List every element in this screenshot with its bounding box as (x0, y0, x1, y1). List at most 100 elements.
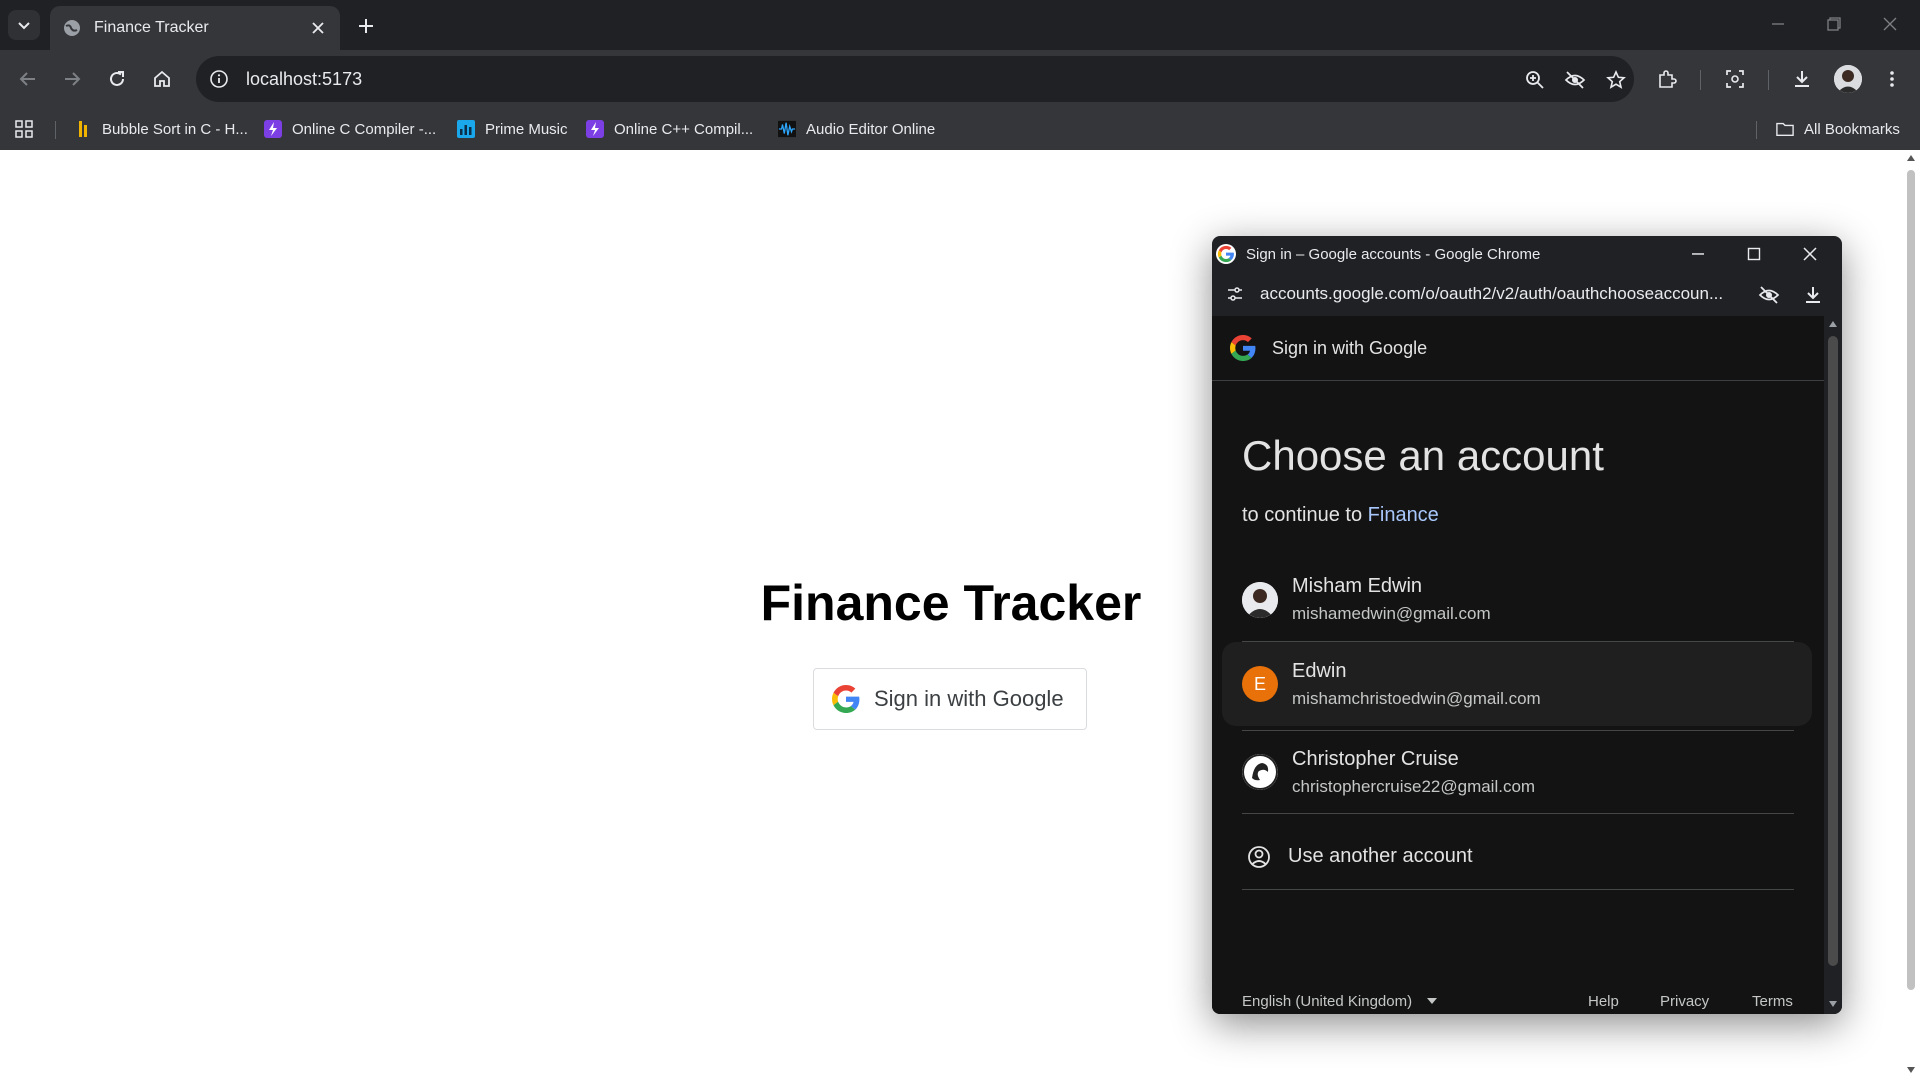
window-close-button[interactable] (1868, 8, 1912, 40)
site-settings-button[interactable] (1222, 281, 1248, 307)
account-avatar-initial: E (1242, 666, 1278, 702)
bookmark-favicon-icon (74, 120, 92, 138)
popup-footer: English (United Kingdom) Help Privacy Te… (1242, 988, 1794, 1014)
apps-grid-icon (15, 120, 33, 138)
extensions-button[interactable] (1651, 63, 1683, 95)
account-row-misham-edwin[interactable]: Misham Edwin mishamedwin@gmail.com (1242, 558, 1794, 642)
more-vert-icon (1890, 71, 1894, 87)
screenshot-button[interactable] (1719, 63, 1751, 95)
screenshot-icon (1726, 70, 1744, 88)
bookmarks-bar: Bubble Sort in C - H... Online C Compile… (0, 108, 1920, 150)
continue-prefix: to continue to (1242, 504, 1363, 526)
bookmark-prime-music[interactable]: Prime Music (457, 117, 568, 141)
help-link[interactable]: Help (1588, 993, 1619, 1010)
maximize-icon (1747, 247, 1761, 261)
bookmark-star-button[interactable] (1603, 67, 1629, 93)
account-email: christophercruise22@gmail.com (1292, 776, 1536, 796)
prime-music-icon (457, 120, 475, 138)
scrollbar-thumb[interactable] (1907, 170, 1915, 990)
eye-off-icon (1564, 71, 1586, 89)
google-signin-popup-window: Sign in – Google accounts - Google Chrom… (1212, 236, 1842, 1014)
bookmark-label: Online C Compiler -... (292, 120, 437, 138)
google-g-icon (832, 685, 860, 713)
popup-scrollbar[interactable] (1824, 316, 1842, 1014)
bookmark-audio-editor[interactable]: Audio Editor Online (778, 117, 935, 141)
popup-download-button[interactable] (1800, 282, 1826, 308)
sign-in-with-google-button[interactable]: Sign in with Google (813, 668, 1087, 730)
account-row-edwin[interactable]: E Edwin mishamchristoedwin@gmail.com (1222, 642, 1812, 726)
tracking-protection-button[interactable] (1562, 67, 1588, 93)
popup-minimize-button[interactable] (1684, 240, 1712, 268)
tab-finance-tracker[interactable]: Finance Tracker (50, 6, 340, 50)
lightning-icon (264, 120, 282, 138)
account-row-christopher-cruise[interactable]: Christopher Cruise christophercruise22@g… (1242, 730, 1794, 814)
window-minimize-button[interactable] (1756, 8, 1800, 40)
bookmark-label: Bubble Sort in C - H... (102, 120, 248, 138)
bookmark-label: Prime Music (485, 120, 568, 138)
star-icon (1606, 70, 1626, 89)
app-name-link[interactable]: Finance (1368, 504, 1439, 526)
popup-url: accounts.google.com/o/oauth2/v2/auth/oau… (1260, 284, 1724, 303)
download-icon (1795, 71, 1809, 87)
globe-icon (64, 20, 80, 36)
back-button[interactable] (12, 63, 44, 95)
use-another-account-button[interactable]: Use another account (1242, 824, 1794, 890)
toolbar-divider (1768, 70, 1769, 90)
home-button[interactable] (146, 63, 178, 95)
terms-link[interactable]: Terms (1752, 993, 1793, 1010)
page-scrollbar[interactable] (1902, 150, 1920, 1080)
restore-icon (1827, 17, 1841, 31)
bookmark-online-c-compiler[interactable]: Online C Compiler -... (264, 117, 436, 141)
tab-search-button[interactable] (8, 10, 40, 40)
profile-picture-icon (1834, 65, 1862, 93)
downloads-button[interactable] (1786, 63, 1818, 95)
window-restore-button[interactable] (1812, 8, 1856, 40)
tab-bar: Finance Tracker (0, 0, 1920, 50)
privacy-link[interactable]: Privacy (1660, 993, 1709, 1010)
account-chooser: Sign in with Google Choose an account to… (1212, 316, 1824, 1014)
account-avatar (1242, 754, 1278, 790)
account-avatar (1242, 581, 1278, 618)
close-icon (1803, 247, 1817, 261)
scroll-down-arrow-icon (1829, 1001, 1837, 1007)
puzzle-icon (1659, 70, 1677, 88)
zoom-button[interactable] (1522, 67, 1548, 93)
tune-icon (1228, 287, 1242, 301)
plus-icon (359, 19, 373, 33)
language-selector[interactable]: English (United Kingdom) (1242, 993, 1438, 1010)
arrow-right-icon (65, 72, 81, 86)
bookmark-bubble-sort[interactable]: Bubble Sort in C - H... (74, 117, 248, 141)
forward-button[interactable] (56, 63, 88, 95)
google-g-icon (1230, 335, 1256, 361)
site-info-button[interactable] (206, 66, 232, 92)
profile-avatar[interactable] (1834, 65, 1862, 93)
eye-off-icon (1758, 286, 1780, 304)
reload-button[interactable] (101, 63, 133, 95)
google-signin-header: Sign in with Google (1212, 316, 1824, 381)
waveform-icon (778, 120, 796, 138)
chrome-menu-button[interactable] (1876, 63, 1908, 95)
popup-close-button[interactable] (1796, 240, 1824, 268)
folder-icon (1776, 120, 1794, 138)
popup-title-bar: Sign in – Google accounts - Google Chrom… (1212, 236, 1842, 272)
info-icon (210, 70, 228, 88)
popup-tracking-protection-button[interactable] (1756, 282, 1782, 308)
bookmark-online-cpp-compiler[interactable]: Online C++ Compil... (586, 117, 753, 141)
scrollbar-thumb[interactable] (1828, 336, 1838, 966)
address-bar[interactable]: localhost:5173 (196, 56, 1634, 102)
minimize-icon (1692, 253, 1704, 255)
dropdown-arrow-icon (1427, 998, 1438, 1004)
popup-address-bar: accounts.google.com/o/oauth2/v2/auth/oau… (1212, 272, 1842, 316)
close-icon (1883, 17, 1897, 31)
popup-maximize-button[interactable] (1740, 240, 1768, 268)
emblem-avatar-icon (1242, 754, 1278, 790)
bookmark-label: Online C++ Compil... (614, 120, 754, 138)
all-bookmarks-button[interactable]: All Bookmarks (1776, 117, 1900, 141)
tab-close-button[interactable] (306, 16, 330, 40)
account-name: Edwin (1292, 659, 1347, 682)
apps-button[interactable] (14, 117, 34, 141)
new-tab-button[interactable] (352, 12, 380, 40)
signin-header-label: Sign in with Google (1272, 337, 1428, 358)
all-bookmarks-label: All Bookmarks (1804, 120, 1900, 138)
account-name: Misham Edwin (1292, 575, 1423, 597)
